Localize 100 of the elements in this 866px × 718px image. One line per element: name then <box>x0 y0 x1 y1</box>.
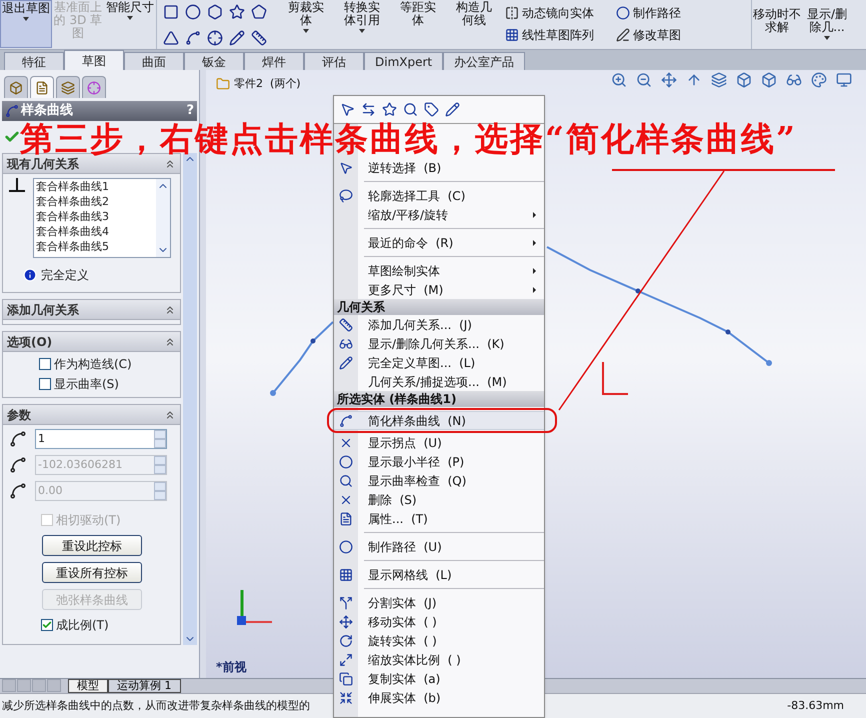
view-tool-icon[interactable] <box>711 72 727 88</box>
view-tool-icon[interactable] <box>761 72 777 88</box>
model-tab[interactable]: 模型 <box>68 679 108 693</box>
menu-item[interactable]: 缩放/平移/旋转 <box>334 205 544 224</box>
toolbar-button[interactable]: 显示/删除几... <box>802 0 852 48</box>
section-header[interactable]: 选项(O) <box>3 332 180 352</box>
list-item[interactable]: 套合样条曲线1 <box>36 179 156 194</box>
menu-item[interactable]: 轮廓选择工具 (C) <box>334 186 544 205</box>
panel-tab[interactable] <box>30 76 54 98</box>
list-item[interactable]: 套合样条曲线5 <box>36 239 156 254</box>
panel-button[interactable]: 重设此控标 <box>42 535 142 556</box>
toolbar-button[interactable]: 智能尺寸 <box>104 0 156 48</box>
menu-item[interactable]: 显示网格线 (L) <box>334 565 544 584</box>
view-tool-icon[interactable] <box>611 72 627 88</box>
view-tool-icon[interactable] <box>811 72 827 88</box>
toolbar-button[interactable]: 转换实体引用 <box>339 0 385 48</box>
menu-item[interactable]: 伸展实体 (b) <box>334 688 544 707</box>
toolbar-button[interactable]: 退出草图 <box>0 0 52 48</box>
menu-toolbar-icon[interactable] <box>361 102 376 117</box>
panel-tab[interactable] <box>56 76 80 98</box>
menu-item[interactable]: 移动实体 ( ) <box>334 612 544 631</box>
menu-item[interactable]: 制作路径 (U) <box>334 537 544 556</box>
sketch-tool-icon[interactable] <box>207 4 223 20</box>
collapse-icon[interactable] <box>164 304 176 316</box>
menu-item[interactable]: 完全定义草图... (L) <box>334 353 544 372</box>
view-tool-icon[interactable] <box>636 72 652 88</box>
menu-item[interactable]: 缩放实体比例 ( ) <box>334 650 544 669</box>
command-tab[interactable]: 钣金 <box>184 52 244 70</box>
checkbox[interactable]: 成比例(T) <box>41 616 180 634</box>
command-tab[interactable]: 特征 <box>4 52 64 70</box>
view-tool-icon[interactable] <box>786 72 802 88</box>
menu-item[interactable]: 最近的命令 (R) <box>334 233 544 252</box>
toolbar-button[interactable]: 制作路径 <box>616 6 681 20</box>
view-tool-icon[interactable] <box>686 72 702 88</box>
number-field[interactable]: 1 <box>35 429 167 449</box>
menu-item[interactable]: 几何关系/捕捉选项... (M) <box>334 372 544 391</box>
toolbar-button[interactable]: 移动时不求解 <box>752 0 802 48</box>
sketch-tool-icon[interactable] <box>185 4 201 20</box>
sketch-tool-icon[interactable] <box>229 30 245 46</box>
toolbar-button[interactable]: 修改草图 <box>616 28 681 42</box>
panel-scrollbar[interactable] <box>183 153 197 645</box>
scrollbar[interactable] <box>156 179 170 257</box>
menu-item[interactable]: 显示曲率检查 (Q) <box>334 471 544 490</box>
collapse-icon[interactable] <box>164 158 176 170</box>
sketch-tool-icon[interactable] <box>229 4 245 20</box>
menu-item[interactable]: 复制实体 (a) <box>334 669 544 688</box>
toolbar-button[interactable]: 剪裁实体 <box>283 0 329 48</box>
toolbar-button[interactable]: 线性草图阵列 <box>505 28 594 42</box>
list-item[interactable]: 套合样条曲线3 <box>36 209 156 224</box>
sketch-tool-icon[interactable] <box>163 4 179 20</box>
menu-item[interactable]: 旋转实体 ( ) <box>334 631 544 650</box>
view-tool-icon[interactable] <box>736 72 752 88</box>
list-item[interactable]: 套合样条曲线2 <box>36 194 156 209</box>
toolbar-button[interactable]: 构造几何线 <box>451 0 497 48</box>
menu-item[interactable]: 简化样条曲线 (N) <box>334 411 544 430</box>
menu-item[interactable]: 显示最小半径 (P) <box>334 452 544 471</box>
menu-item[interactable]: 添加几何关系... (J) <box>334 315 544 334</box>
panel-tab[interactable] <box>82 76 106 98</box>
checkbox[interactable]: 作为构造线(C) <box>39 355 180 373</box>
checkbox[interactable]: 显示曲率(S) <box>39 375 180 393</box>
menu-toolbar-icon[interactable] <box>424 102 439 117</box>
list-item[interactable]: 套合样条曲线4 <box>36 224 156 239</box>
menu-item[interactable]: 逆转选择 (B) <box>334 158 544 177</box>
sketch-tool-icon[interactable] <box>185 30 201 46</box>
command-tab[interactable]: 评估 <box>304 52 364 70</box>
command-tab[interactable]: 办公室产品 <box>443 52 526 70</box>
menu-item[interactable]: 属性... (T) <box>334 509 544 528</box>
menu-item[interactable]: 草图绘制实体 <box>334 261 544 280</box>
view-tool-icon[interactable] <box>661 72 677 88</box>
menu-toolbar-icon[interactable] <box>382 102 397 117</box>
tree-label[interactable]: 零件2 (两个) <box>234 76 301 92</box>
modify-icon[interactable] <box>616 28 630 42</box>
toolbar-button[interactable]: 等距实体 <box>395 0 441 48</box>
toolbar-button[interactable]: 动态镜向实体 <box>505 6 594 20</box>
menu-item[interactable]: 更多尺寸 (M) <box>334 280 544 299</box>
sketch-tool-icon[interactable] <box>251 4 267 20</box>
command-tab[interactable]: 焊件 <box>244 52 304 70</box>
menu-item[interactable]: 显示拐点 (U) <box>334 433 544 452</box>
menu-toolbar-icon[interactable] <box>403 102 418 117</box>
sketch-tool-icon[interactable] <box>163 30 179 46</box>
panel-button[interactable]: 重设所有控标 <box>42 562 142 583</box>
collapse-icon[interactable] <box>164 408 176 420</box>
menu-toolbar-icon[interactable] <box>445 102 460 117</box>
model-tab[interactable]: 运动算例 1 <box>108 679 180 693</box>
panel-tab[interactable] <box>4 76 28 98</box>
menu-item[interactable]: 分割实体 (J) <box>334 593 544 612</box>
command-tab[interactable]: 曲面 <box>124 52 184 70</box>
help-button[interactable]: ? <box>186 101 194 121</box>
menu-item[interactable]: 显示/删除几何关系... (K) <box>334 334 544 353</box>
menu-item[interactable]: 删除 (S) <box>334 490 544 509</box>
command-tab[interactable]: DimXpert <box>364 52 444 70</box>
view-tool-icon[interactable] <box>836 72 852 88</box>
section-header[interactable]: 参数 <box>3 405 180 425</box>
menu-toolbar-icon[interactable] <box>340 102 355 117</box>
sketch-tool-icon[interactable] <box>207 30 223 46</box>
collapse-icon[interactable] <box>164 336 176 348</box>
section-header[interactable]: 添加几何关系 <box>3 300 180 320</box>
relations-list[interactable]: 套合样条曲线1 套合样条曲线2 套合样条曲线3 套合样条曲线4 套合样条曲线5 <box>33 178 171 258</box>
command-tab[interactable]: 草图 <box>64 50 124 70</box>
sketch-tool-icon[interactable] <box>251 30 267 46</box>
